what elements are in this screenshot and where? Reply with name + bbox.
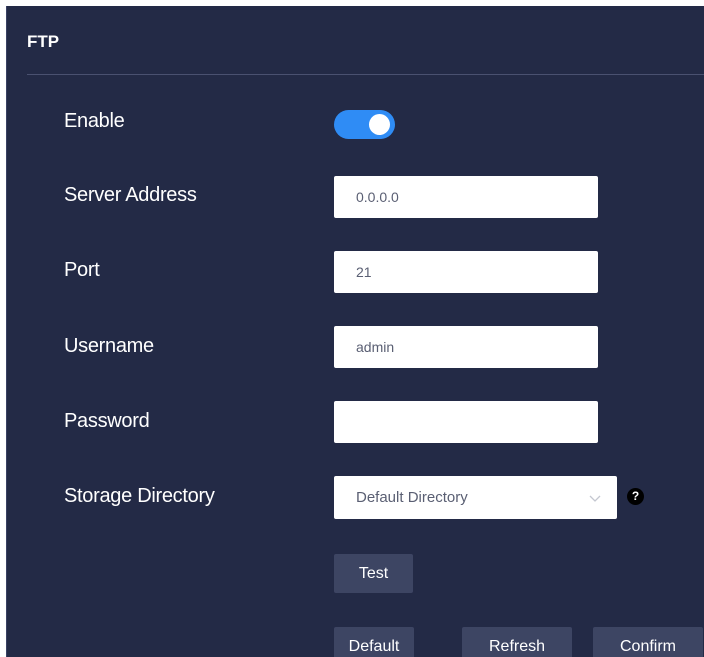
panel-title: FTP	[27, 32, 60, 51]
storage-directory-value: Default Directory	[356, 489, 468, 506]
confirm-button[interactable]: Confirm	[593, 627, 703, 657]
chevron-down-icon	[589, 495, 601, 502]
storage-directory-label: Storage Directory	[64, 485, 215, 507]
username-input[interactable]	[334, 326, 598, 368]
storage-directory-select[interactable]: Default Directory	[334, 476, 617, 519]
password-label: Password	[64, 410, 150, 432]
title-divider	[27, 74, 704, 75]
ftp-settings-panel: FTP Enable Server Address Port Username …	[6, 6, 704, 657]
toggle-knob	[369, 114, 390, 135]
default-button[interactable]: Default	[334, 627, 414, 657]
port-input[interactable]	[334, 251, 598, 293]
server-address-input[interactable]	[334, 176, 598, 218]
help-icon[interactable]: ?	[627, 488, 644, 505]
port-label: Port	[64, 259, 100, 281]
username-label: Username	[64, 335, 154, 357]
enable-label: Enable	[64, 110, 125, 132]
test-button[interactable]: Test	[334, 554, 413, 593]
refresh-button[interactable]: Refresh	[462, 627, 572, 657]
server-address-label: Server Address	[64, 184, 197, 206]
password-input[interactable]	[334, 401, 598, 443]
enable-toggle[interactable]	[334, 110, 395, 139]
